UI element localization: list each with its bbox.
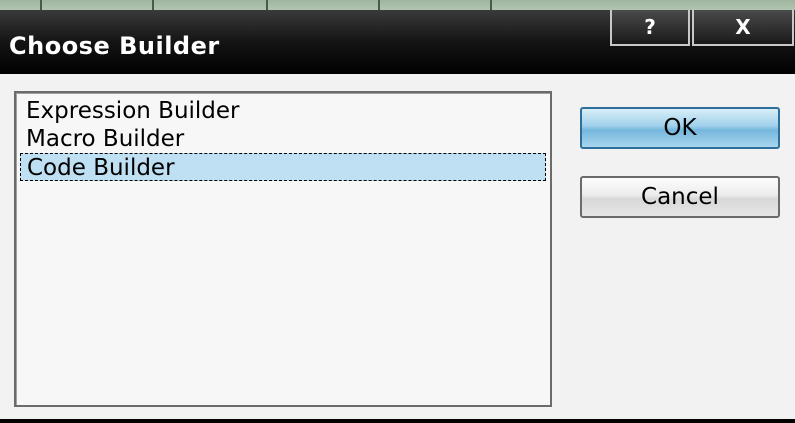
- close-button[interactable]: X: [692, 10, 794, 46]
- choose-builder-dialog: Choose Builder ? X Expression Builder Ma…: [0, 10, 795, 423]
- ok-button-label: OK: [663, 115, 697, 141]
- cancel-button-label: Cancel: [641, 184, 719, 210]
- help-button[interactable]: ?: [610, 10, 690, 46]
- list-item-expression-builder[interactable]: Expression Builder: [20, 97, 546, 125]
- dialog-content: Expression Builder Macro Builder Code Bu…: [0, 74, 795, 423]
- help-icon: ?: [644, 15, 656, 39]
- close-icon: X: [735, 15, 751, 39]
- dialog-bottom-border: [0, 419, 795, 423]
- dialog-title: Choose Builder: [9, 32, 220, 60]
- list-item-code-builder[interactable]: Code Builder: [20, 153, 546, 181]
- cancel-button[interactable]: Cancel: [580, 176, 780, 218]
- ok-button[interactable]: OK: [580, 107, 780, 149]
- screen: Choose Builder ? X Expression Builder Ma…: [0, 0, 795, 423]
- list-item-macro-builder[interactable]: Macro Builder: [20, 125, 546, 153]
- title-bar: Choose Builder ? X: [0, 10, 795, 74]
- builder-listbox[interactable]: Expression Builder Macro Builder Code Bu…: [14, 91, 552, 407]
